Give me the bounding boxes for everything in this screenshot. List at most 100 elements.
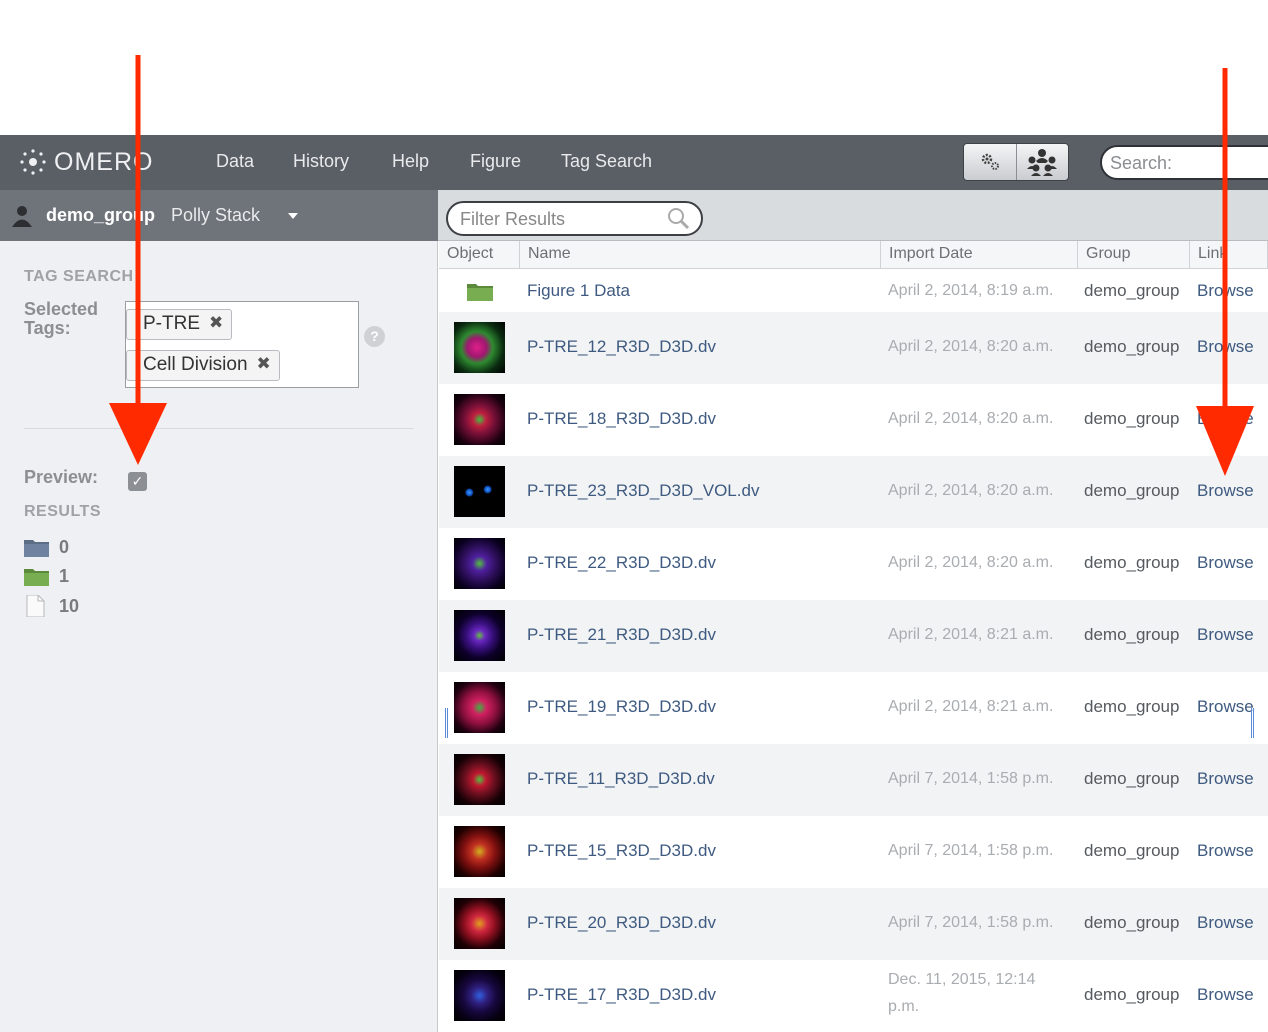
image-thumbnail[interactable] xyxy=(454,682,505,733)
image-thumbnail[interactable] xyxy=(454,970,505,1021)
image-thumbnail[interactable] xyxy=(454,610,505,661)
logo-text: OMERO xyxy=(54,147,154,176)
browse-link[interactable]: Browse xyxy=(1197,913,1254,933)
tag-label: Cell Division xyxy=(143,354,248,375)
row-name[interactable]: P-TRE_11_R3D_D3D.dv xyxy=(527,769,715,789)
tag-chip: P-TRE ✖ xyxy=(126,309,233,340)
browse-link[interactable]: Browse xyxy=(1197,337,1254,357)
image-thumbnail[interactable] xyxy=(454,754,505,805)
table-row[interactable]: P-TRE_15_R3D_D3D.dv April 7, 2014, 1:58 … xyxy=(439,816,1268,888)
result-count: 1 xyxy=(59,565,70,586)
table-row[interactable]: P-TRE_19_R3D_D3D.dv April 2, 2014, 8:21 … xyxy=(439,672,1268,744)
preview-checkbox[interactable]: ✓ xyxy=(128,472,147,491)
group-name[interactable]: demo_group xyxy=(46,205,155,226)
row-group: demo_group xyxy=(1084,481,1180,500)
table-row[interactable]: P-TRE_11_R3D_D3D.dv April 7, 2014, 1:58 … xyxy=(439,744,1268,816)
image-thumbnail[interactable] xyxy=(454,898,505,949)
top-navbar: OMERO Data History Help Figure Tag Searc… xyxy=(0,135,1268,190)
row-import-date: April 2, 2014, 8:21 a.m. xyxy=(888,698,1054,715)
column-header-name[interactable]: Name xyxy=(520,241,881,269)
row-name[interactable]: P-TRE_20_R3D_D3D.dv xyxy=(527,913,716,933)
table-row[interactable]: P-TRE_18_R3D_D3D.dv April 2, 2014, 8:20 … xyxy=(439,384,1268,456)
selected-tags-label: Selected Tags: xyxy=(24,299,99,338)
row-group: demo_group xyxy=(1084,769,1180,788)
row-name[interactable]: P-TRE_12_R3D_D3D.dv xyxy=(527,337,716,357)
row-import-date: April 2, 2014, 8:21 a.m. xyxy=(888,626,1054,643)
tag-search-heading: TAG SEARCH xyxy=(24,268,134,285)
browse-link[interactable]: Browse xyxy=(1197,625,1254,645)
image-thumbnail[interactable] xyxy=(454,322,505,373)
chevron-down-icon[interactable] xyxy=(288,213,298,219)
row-import-date: Dec. 11, 2015, 12:14 p.m. xyxy=(888,971,1036,1015)
activities-button[interactable] xyxy=(1015,144,1069,180)
row-group: demo_group xyxy=(1084,985,1180,1004)
table-row[interactable]: P-TRE_12_R3D_D3D.dv April 2, 2014, 8:20 … xyxy=(439,312,1268,384)
browse-link[interactable]: Browse xyxy=(1197,769,1254,789)
browse-link[interactable]: Browse xyxy=(1197,697,1254,717)
nav-history[interactable]: History xyxy=(293,151,349,172)
row-name[interactable]: P-TRE_19_R3D_D3D.dv xyxy=(527,697,716,717)
image-thumbnail[interactable] xyxy=(454,466,505,517)
row-name[interactable]: P-TRE_21_R3D_D3D.dv xyxy=(527,625,716,645)
browse-link[interactable]: Browse xyxy=(1197,481,1254,501)
remove-tag-icon[interactable]: ✖ xyxy=(257,354,271,374)
global-search-input[interactable]: Search: xyxy=(1100,145,1268,180)
nav-data[interactable]: Data xyxy=(216,151,254,172)
scripts-button[interactable] xyxy=(964,144,1016,180)
project-folder-icon xyxy=(24,539,49,557)
row-import-date: April 2, 2014, 8:20 a.m. xyxy=(888,410,1054,427)
row-name[interactable]: Figure 1 Data xyxy=(527,281,630,301)
tag-label: P-TRE xyxy=(143,313,200,334)
preview-label: Preview: xyxy=(24,467,99,487)
table-row[interactable]: P-TRE_20_R3D_D3D.dv April 7, 2014, 1:58 … xyxy=(439,888,1268,960)
image-thumbnail[interactable] xyxy=(454,394,505,445)
remove-tag-icon[interactable]: ✖ xyxy=(209,313,223,333)
row-name[interactable]: P-TRE_22_R3D_D3D.dv xyxy=(527,553,716,573)
column-header-object[interactable]: Object xyxy=(439,241,520,269)
omero-logo-icon xyxy=(20,149,46,175)
result-count: 10 xyxy=(59,595,80,616)
row-import-date: April 7, 2014, 1:58 p.m. xyxy=(888,842,1054,859)
table-row[interactable]: P-TRE_22_R3D_D3D.dv April 2, 2014, 8:20 … xyxy=(439,528,1268,600)
table-row[interactable]: P-TRE_17_R3D_D3D.dv Dec. 11, 2015, 12:14… xyxy=(439,960,1268,1032)
user-group-bar: demo_group Polly Stack xyxy=(0,190,438,241)
row-name[interactable]: P-TRE_18_R3D_D3D.dv xyxy=(527,409,716,429)
image-thumbnail[interactable] xyxy=(454,538,505,589)
nav-tag-search[interactable]: Tag Search xyxy=(561,151,652,172)
table-row[interactable]: P-TRE_23_R3D_D3D_VOL.dv April 2, 2014, 8… xyxy=(439,456,1268,528)
table-row[interactable]: P-TRE_21_R3D_D3D.dv April 2, 2014, 8:21 … xyxy=(439,600,1268,672)
filter-results-input[interactable]: Filter Results xyxy=(446,201,703,236)
row-import-date: April 7, 2014, 1:58 p.m. xyxy=(888,770,1054,787)
help-icon[interactable]: ? xyxy=(364,326,385,347)
row-name[interactable]: P-TRE_15_R3D_D3D.dv xyxy=(527,841,716,861)
browse-link[interactable]: Browse xyxy=(1197,281,1254,301)
divider xyxy=(24,428,414,429)
row-name[interactable]: P-TRE_17_R3D_D3D.dv xyxy=(527,985,716,1005)
dataset-folder-icon xyxy=(467,284,493,301)
image-thumbnail[interactable] xyxy=(454,826,505,877)
nav-figure[interactable]: Figure xyxy=(470,151,521,172)
right-resize-handle[interactable] xyxy=(1251,708,1254,738)
browse-link[interactable]: Browse xyxy=(1197,841,1254,861)
row-group: demo_group xyxy=(1084,913,1180,932)
omero-logo[interactable]: OMERO xyxy=(18,147,153,177)
people-group-icon xyxy=(1027,149,1058,176)
search-icon xyxy=(668,208,690,230)
browse-link[interactable]: Browse xyxy=(1197,985,1254,1005)
nav-help[interactable]: Help xyxy=(392,151,429,172)
result-row-images[interactable]: 10 xyxy=(24,595,80,617)
column-header-group[interactable]: Group xyxy=(1078,241,1190,269)
browse-link[interactable]: Browse xyxy=(1197,553,1254,573)
result-row-datasets[interactable]: 1 xyxy=(24,566,69,586)
user-name[interactable]: Polly Stack xyxy=(171,205,260,226)
tag-chip: Cell Division ✖ xyxy=(126,350,280,381)
left-resize-handle[interactable] xyxy=(445,708,448,738)
table-row[interactable]: Figure 1 Data April 2, 2014, 8:19 a.m. d… xyxy=(439,270,1268,312)
selected-tags-box[interactable]: P-TRE ✖ Cell Division ✖ xyxy=(125,301,359,388)
row-name[interactable]: P-TRE_23_R3D_D3D_VOL.dv xyxy=(527,481,759,501)
result-row-projects[interactable]: 0 xyxy=(24,537,69,557)
browse-link[interactable]: Browse xyxy=(1197,409,1254,429)
column-header-import-date[interactable]: Import Date xyxy=(881,241,1078,269)
column-header-link[interactable]: Link xyxy=(1190,241,1268,269)
row-import-date: April 2, 2014, 8:20 a.m. xyxy=(888,554,1054,571)
